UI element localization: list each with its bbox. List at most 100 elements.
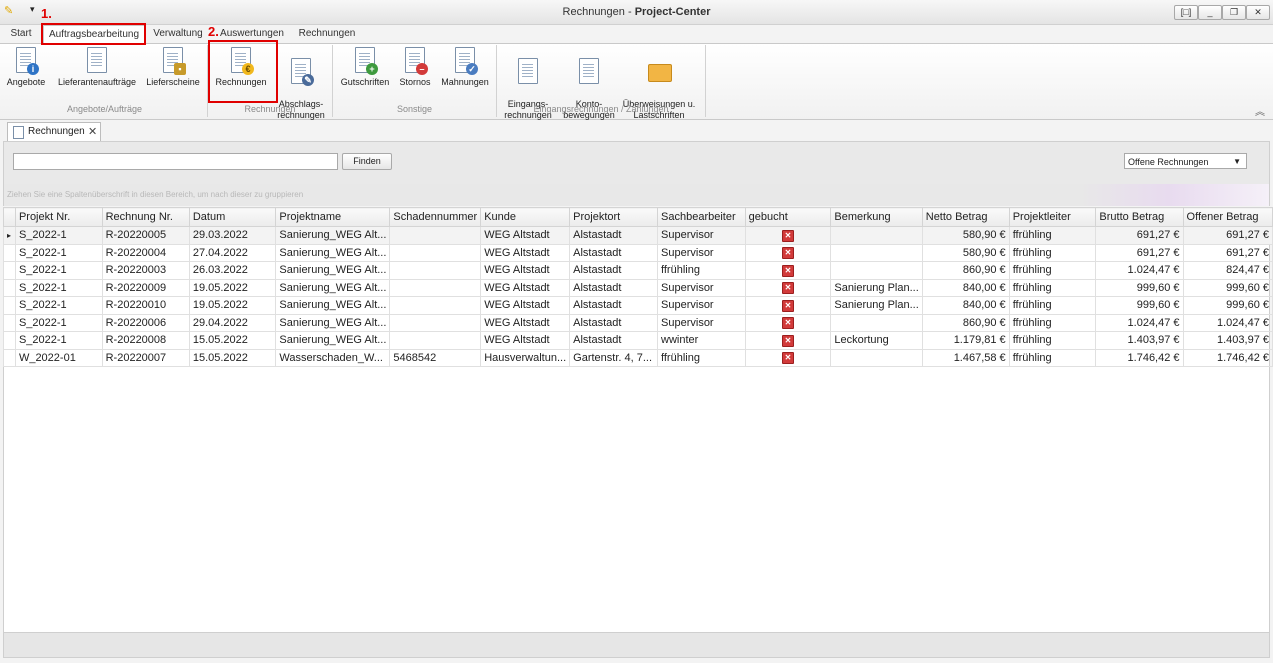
table-cell[interactable]: S_2022-1 [14, 261, 103, 280]
table-cell[interactable]: Alstastadt [569, 243, 659, 262]
table-cell[interactable]: Sanierung Plan... [830, 278, 923, 297]
table-cell[interactable]: ✕ [744, 243, 832, 262]
table-cell[interactable]: Leckortung [830, 331, 923, 350]
table-cell[interactable] [389, 296, 482, 315]
row-indicator[interactable] [3, 243, 16, 262]
table-cell[interactable]: 15.05.2022 [188, 331, 277, 350]
table-cell[interactable]: WEG Altstadt [480, 261, 571, 280]
table-cell[interactable]: WEG Altstadt [480, 331, 571, 350]
table-cell[interactable]: Alstastadt [569, 331, 659, 350]
table-cell[interactable]: Alstastadt [569, 226, 659, 245]
table-cell[interactable]: 860,90 € [921, 261, 1010, 280]
tab-rechnungen[interactable]: Rechnungen [296, 25, 358, 42]
table-cell[interactable]: ffrühling [1008, 313, 1097, 332]
table-cell[interactable]: 691,27 € [1095, 226, 1184, 245]
angebote-button[interactable]: i Angebote [3, 47, 49, 88]
row-indicator[interactable] [3, 348, 16, 367]
column-header[interactable]: Projektleiter [1008, 207, 1097, 227]
table-cell[interactable] [830, 348, 923, 367]
table-cell[interactable]: WEG Altstadt [480, 278, 571, 297]
row-indicator[interactable] [3, 331, 16, 350]
lieferantenauftraege-button[interactable]: Lieferantenaufträge [54, 47, 140, 88]
table-cell[interactable]: ✕ [744, 261, 832, 280]
table-cell[interactable]: WEG Altstadt [480, 313, 571, 332]
table-cell[interactable]: S_2022-1 [14, 313, 103, 332]
table-cell[interactable]: R-20220007 [101, 348, 190, 367]
table-cell[interactable]: Sanierung_WEG Alt... [275, 313, 391, 332]
table-cell[interactable]: 840,00 € [921, 278, 1010, 297]
table-cell[interactable]: R-20220009 [101, 278, 190, 297]
table-cell[interactable]: S_2022-1 [14, 331, 103, 350]
table-row[interactable]: S_2022-1 R-20220009 19.05.2022 Sanierung_WE… [3, 278, 1273, 297]
table-cell[interactable]: 1.746,42 € [1095, 348, 1184, 367]
table-cell[interactable]: Wasserschaden_W... [275, 348, 391, 367]
table-cell[interactable]: Sanierung_WEG Alt... [275, 278, 391, 297]
column-header[interactable]: Projekt Nr. [14, 207, 103, 227]
table-cell[interactable]: Alstastadt [569, 261, 659, 280]
table-cell[interactable] [830, 226, 923, 245]
column-header[interactable]: Rechnung Nr. [101, 207, 190, 227]
table-cell[interactable]: 29.03.2022 [188, 226, 277, 245]
table-cell[interactable]: WEG Altstadt [480, 243, 571, 262]
table-cell[interactable] [830, 313, 923, 332]
mahnungen-button[interactable]: ✓ Mahnungen [439, 47, 491, 88]
table-cell[interactable]: ffrühling [1008, 296, 1097, 315]
table-cell[interactable]: 999,60 € [1095, 296, 1184, 315]
table-cell[interactable]: Hausverwaltun... [480, 348, 571, 367]
column-header[interactable]: Netto Betrag [921, 207, 1010, 227]
find-button[interactable]: Finden [342, 153, 392, 170]
table-cell[interactable]: Alstastadt [569, 313, 659, 332]
table-cell[interactable]: 29.04.2022 [188, 313, 277, 332]
rechnungen-button[interactable]: € Rechnungen [212, 47, 270, 88]
lieferscheine-button[interactable]: ▪ Lieferscheine [144, 47, 202, 88]
table-cell[interactable]: 999,60 € [1095, 278, 1184, 297]
table-cell[interactable]: R-20220008 [101, 331, 190, 350]
column-header[interactable]: gebucht [744, 207, 832, 227]
tab-verwaltung[interactable]: Verwaltung [150, 25, 206, 42]
close-tab-icon[interactable]: ✕ [88, 125, 97, 138]
table-cell[interactable]: wwinter [657, 331, 746, 350]
table-cell[interactable]: WEG Altstadt [480, 296, 571, 315]
table-cell[interactable] [389, 243, 482, 262]
collapse-ribbon-icon[interactable]: ︽ [1255, 103, 1265, 118]
table-cell[interactable]: ✕ [744, 296, 832, 315]
row-indicator[interactable]: ▸ [3, 226, 16, 245]
table-cell[interactable]: Supervisor [657, 296, 746, 315]
table-cell[interactable]: 691,27 € [1182, 226, 1273, 245]
table-row[interactable]: S_2022-1 R-20220003 26.03.2022 Sanierung_WE… [3, 261, 1273, 280]
table-cell[interactable]: 580,90 € [921, 226, 1010, 245]
table-cell[interactable]: 1.467,58 € [921, 348, 1010, 367]
table-cell[interactable] [389, 226, 482, 245]
table-row[interactable]: ▸ S_2022-1 R-20220005 29.03.2022 Sanierung_W… [3, 226, 1273, 245]
maximize-button[interactable]: ❐ [1222, 5, 1246, 20]
stornos-button[interactable]: – Stornos [397, 47, 433, 88]
table-row[interactable]: W_2022-01 R-20220007 15.05.2022 Wasserschad… [3, 348, 1273, 367]
table-cell[interactable]: S_2022-1 [14, 226, 103, 245]
table-cell[interactable]: 824,47 € [1182, 261, 1273, 280]
table-cell[interactable]: ✕ [744, 348, 832, 367]
table-cell[interactable]: R-20220006 [101, 313, 190, 332]
row-indicator[interactable] [3, 261, 16, 280]
tab-start[interactable]: Start [4, 25, 38, 42]
table-cell[interactable]: R-20220004 [101, 243, 190, 262]
row-indicator[interactable] [3, 313, 16, 332]
table-cell[interactable]: 1.403,97 € [1182, 331, 1273, 350]
table-cell[interactable]: Sanierung Plan... [830, 296, 923, 315]
table-cell[interactable] [389, 313, 482, 332]
column-header[interactable]: Kunde [480, 207, 571, 227]
table-cell[interactable] [830, 243, 923, 262]
table-cell[interactable]: Alstastadt [569, 296, 659, 315]
table-cell[interactable]: Sanierung_WEG Alt... [275, 296, 391, 315]
table-cell[interactable]: ✕ [744, 278, 832, 297]
column-header[interactable]: Schadennummer [389, 207, 482, 227]
table-cell[interactable]: 840,00 € [921, 296, 1010, 315]
table-cell[interactable]: W_2022-01 [14, 348, 103, 367]
table-cell[interactable]: ffrühling [1008, 243, 1097, 262]
table-cell[interactable]: ✕ [744, 226, 832, 245]
table-cell[interactable]: ✕ [744, 331, 832, 350]
table-cell[interactable]: Supervisor [657, 278, 746, 297]
table-cell[interactable]: 999,60 € [1182, 278, 1273, 297]
table-cell[interactable]: 26.03.2022 [188, 261, 277, 280]
table-cell[interactable]: 19.05.2022 [188, 278, 277, 297]
column-header[interactable]: Projektort [569, 207, 659, 227]
